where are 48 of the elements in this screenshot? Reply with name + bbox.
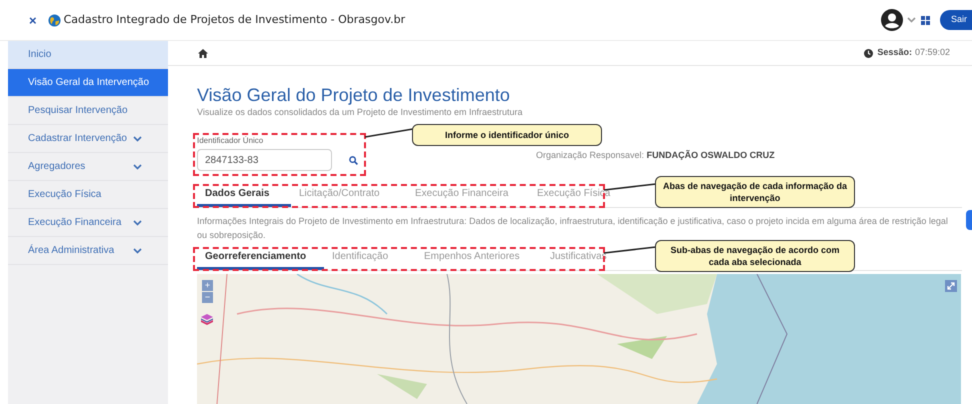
layers-icon[interactable] — [201, 314, 213, 326]
tab[interactable]: Licitação/Contrato — [291, 183, 407, 207]
tab[interactable]: Empenhos Anteriores — [416, 246, 542, 270]
globe-icon — [48, 14, 61, 26]
close-button[interactable]: × — [29, 14, 37, 26]
leader-line — [365, 128, 413, 138]
chevron-down-icon — [906, 17, 916, 23]
field-label: Identificador Único — [197, 136, 264, 146]
expand-icon — [947, 282, 955, 290]
tab[interactable]: Identificação — [324, 246, 416, 270]
tab[interactable]: Execução Física — [529, 183, 619, 207]
sidebar-item[interactable]: Pesquisar Intervenção — [8, 97, 168, 125]
identifier-input[interactable]: 2847133-83 — [197, 149, 332, 171]
zoom-out-button[interactable]: − — [202, 292, 213, 303]
tab[interactable]: Georreferenciamento — [197, 246, 324, 270]
page-title: Visão Geral do Projeto de Investimento — [197, 84, 511, 106]
chevron-down-icon — [133, 248, 142, 254]
sidebar-item[interactable]: Agregadores — [8, 153, 168, 181]
chevron-down-icon — [133, 164, 142, 170]
organization-text: Organização Responsavel: FUNDAÇÃO OSWALDO CRUZ — [536, 148, 775, 162]
home-icon[interactable] — [198, 48, 208, 58]
tab[interactable]: Justificativas — [542, 246, 618, 270]
search-icon[interactable] — [349, 156, 358, 164]
zoom-in-button[interactable]: + — [202, 280, 213, 291]
tab[interactable]: Execução Financeira — [407, 183, 529, 207]
tab[interactable]: Dados Gerais — [197, 183, 291, 207]
session-label: Sessão: — [877, 46, 912, 60]
clock-icon — [864, 48, 874, 58]
callout: Sub-abas de navegação de acordo com cada aba selecionada — [655, 240, 855, 272]
description-text: Informações Integrais do Projeto de Investimento em Infraestrutura: Dados de localização, infraestrutura, identificação e justificativa, caso o projeto incida em alguma área de restrição legal ou sobreposição. — [197, 215, 949, 242]
fullscreen-button[interactable] — [945, 280, 957, 292]
user-avatar-icon[interactable] — [880, 9, 903, 31]
sidebar-item[interactable]: Área Administrativa — [8, 237, 168, 265]
sidebar-item[interactable]: Cadastrar Intervenção — [8, 125, 168, 153]
session-time: 07:59:02 — [914, 46, 950, 60]
page-subtitle: Visualize os dados consolidados da um Projeto de Investimento em Infraestrutura — [197, 106, 524, 118]
sidebar-item[interactable]: Execução Física — [8, 181, 168, 209]
chevron-down-icon — [133, 220, 142, 226]
logout-button[interactable]: Sair — [940, 10, 972, 30]
chevron-down-icon — [133, 136, 142, 142]
app-title: Cadastro Integrado de Projetos de Investimento - Obrasgov.br — [64, 12, 406, 28]
sidebar-item[interactable]: Execução Financeira — [8, 209, 168, 237]
sidebar-item[interactable]: Visão Geral da Intervenção — [8, 69, 168, 97]
callout: Informe o identificador único — [412, 124, 602, 146]
callout: Abas de navegação de cada informação da intervenção — [655, 176, 855, 208]
sidebar-item[interactable]: Inicio — [8, 41, 168, 69]
grid-icon[interactable] — [920, 16, 930, 24]
side-tab[interactable] — [966, 210, 972, 230]
